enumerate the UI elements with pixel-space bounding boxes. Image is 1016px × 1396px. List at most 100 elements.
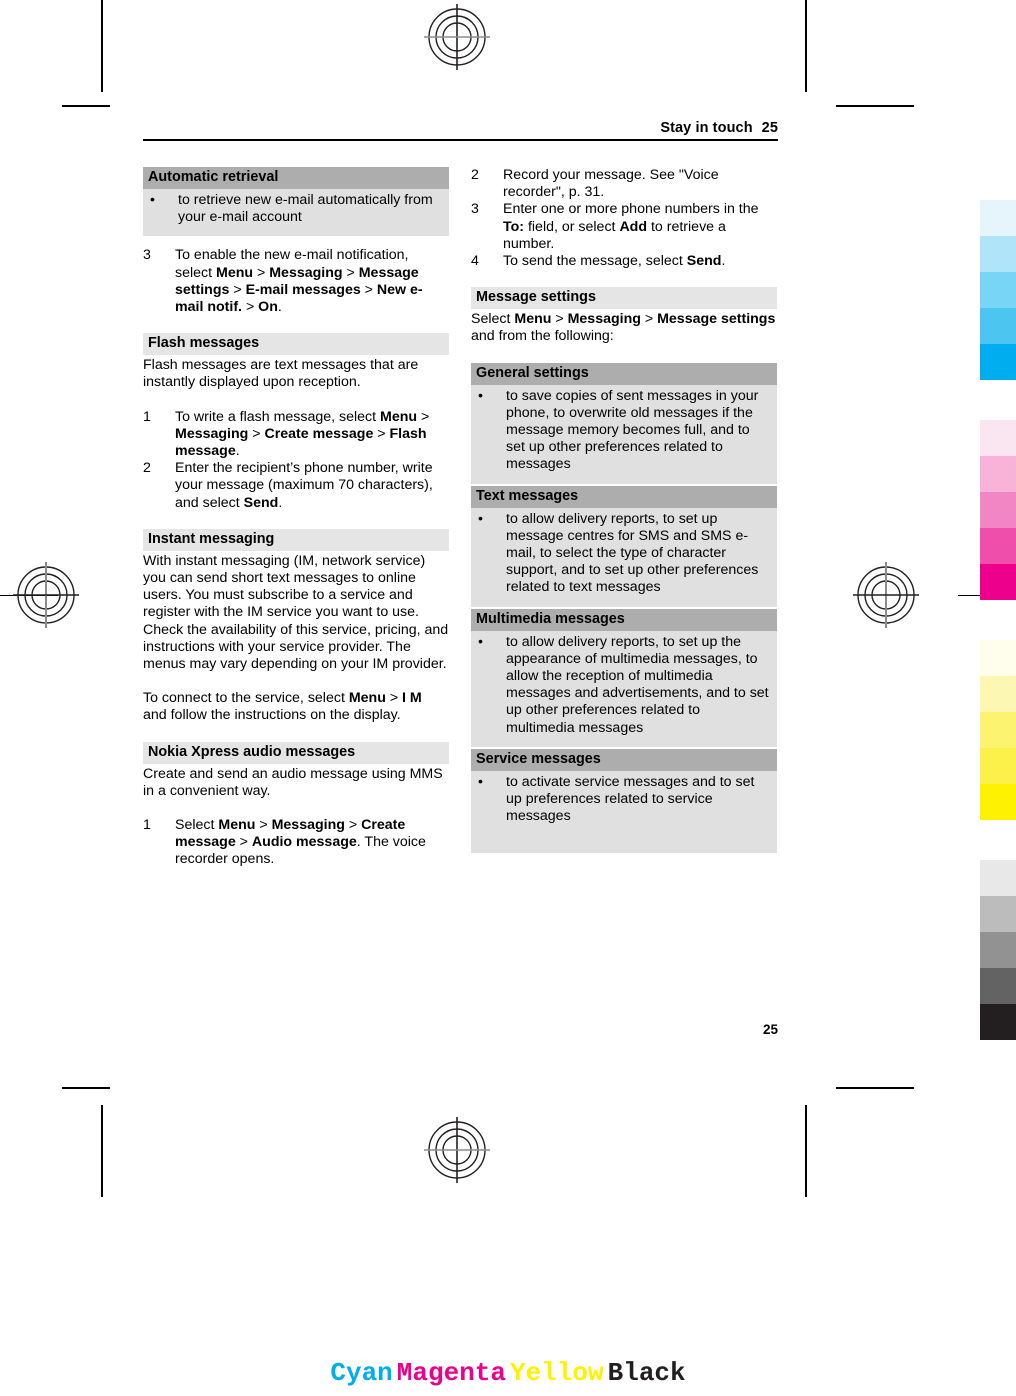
bullet-item: • to activate service messages and to se… <box>476 774 771 826</box>
step-text: To write a flash message, select Menu > … <box>175 408 430 460</box>
ui-path-token: Messaging <box>269 264 343 281</box>
registration-mark-bottom <box>424 1117 490 1183</box>
section-heading-flash-messages: Flash messages <box>143 333 449 356</box>
step-number: 2 <box>143 460 151 477</box>
ui-path-token: Messaging <box>567 311 641 328</box>
color-group-black <box>980 860 1016 1040</box>
color-swatch <box>980 200 1016 236</box>
right-column: 2 Record your message. See "Voice record… <box>471 167 777 869</box>
bullet-item: • to retrieve new e-mail automatically f… <box>148 192 443 226</box>
section-heading-nokia-xpress: Nokia Xpress audio messages <box>143 741 449 764</box>
crop-mark-top-left-vertical <box>101 0 103 92</box>
color-swatch <box>980 784 1016 820</box>
callout-box-header: Text messages <box>471 485 777 508</box>
bullet-item: • to allow delivery reports, to set up m… <box>476 511 771 597</box>
crop-mark-bottom-right-horizontal <box>836 1087 914 1089</box>
color-swatch <box>980 308 1016 344</box>
callout-box-header: General settings <box>471 362 777 385</box>
bullet-text: to save copies of sent messages in your … <box>506 387 759 473</box>
callout-box-body: • to save copies of sent messages in you… <box>471 385 777 484</box>
section-heading-instant-messaging: Instant messaging <box>143 528 449 551</box>
bullet-item: • to allow delivery reports, to set up t… <box>476 634 771 737</box>
ui-path-token: Add <box>619 218 648 235</box>
ui-path-token: E-mail messages <box>245 281 361 298</box>
step-number: 4 <box>471 253 479 270</box>
paragraph-im-description: With instant messaging (IM, network serv… <box>143 552 449 673</box>
ui-path-token: Menu <box>380 408 418 425</box>
crop-mark-bottom-left-horizontal <box>62 1087 110 1089</box>
bullet-marker: • <box>478 510 483 527</box>
color-group-cyan <box>980 200 1016 380</box>
paragraph-message-settings-path: Select Menu > Messaging > Message settin… <box>471 311 776 345</box>
cmyk-label-cyan: Cyan <box>330 1358 393 1388</box>
registration-mark-left <box>13 562 79 628</box>
step-item: 2 Record your message. See "Voice record… <box>471 167 777 201</box>
cmyk-label-magenta: Magenta <box>396 1358 506 1388</box>
cmyk-label-black: Black <box>607 1358 686 1388</box>
registration-mark-right <box>853 562 919 628</box>
page-content: Stay in touch 25 Automatic retrieval • to… <box>143 120 778 869</box>
color-control-strip <box>980 200 1016 1080</box>
step-list-audio-message-continued: 2 Record your message. See "Voice record… <box>471 167 777 270</box>
step-item: 3 Enter one or more phone numbers in the… <box>471 201 777 253</box>
step-item: 4 To send the message, select Send. <box>471 253 777 270</box>
color-group-magenta <box>980 420 1016 600</box>
color-swatch <box>980 236 1016 272</box>
step-list-audio-message: 1 Select Menu > Messaging > Create messa… <box>143 817 449 869</box>
color-swatch <box>980 932 1016 968</box>
callout-box-body: • to activate service messages and to se… <box>471 771 777 854</box>
step-number: 3 <box>471 201 479 218</box>
ui-path-token: Menu <box>216 264 254 281</box>
callout-box-body: • to allow delivery reports, to set up m… <box>471 508 777 607</box>
bullet-text: to retrieve new e-mail automatically fro… <box>178 192 433 226</box>
paragraph-im-connect: To connect to the service, select Menu >… <box>143 690 422 724</box>
crop-mark-bottom-left-vertical <box>101 1105 103 1197</box>
bullet-marker: • <box>150 192 155 208</box>
step-item: 1 To write a flash message, select Menu … <box>143 409 449 461</box>
step-number: 1 <box>143 817 151 834</box>
color-swatch <box>980 1004 1016 1040</box>
ui-path-token: Send <box>243 494 279 511</box>
ui-path-token: Menu <box>218 817 256 834</box>
step-list-email-notification: 3 To enable the new e-mail notification,… <box>143 247 449 316</box>
crop-mark-bottom-right-vertical <box>805 1105 807 1197</box>
step-item: 1 Select Menu > Messaging > Create messa… <box>143 817 449 869</box>
color-swatch <box>980 420 1016 456</box>
running-head-page: 25 <box>761 120 778 136</box>
ui-path-token: Menu <box>514 311 552 328</box>
two-column-layout: Automatic retrieval • to retrieve new e-… <box>143 167 778 869</box>
cmyk-label-yellow: Yellow <box>510 1358 604 1388</box>
step-text: To send the message, select Send. <box>503 253 726 270</box>
callout-box-body: • to retrieve new e-mail automatically f… <box>143 189 449 236</box>
ui-path-token: Messaging <box>271 817 345 834</box>
registration-mark-top <box>424 4 490 70</box>
callout-box-body: • to allow delivery reports, to set up t… <box>471 631 777 747</box>
step-list-flash-messages: 1 To write a flash message, select Menu … <box>143 409 449 512</box>
color-swatch <box>980 272 1016 308</box>
ui-field-token: To: <box>503 218 525 235</box>
ui-path-token: Menu <box>348 690 386 707</box>
callout-box-text-messages: Text messages • to allow delivery report… <box>471 485 777 607</box>
color-swatch <box>980 860 1016 896</box>
step-item: 2 Enter the recipient’s phone number, wr… <box>143 460 449 512</box>
bullet-text: to allow delivery reports, to set up the… <box>506 633 769 736</box>
color-swatch <box>980 968 1016 1004</box>
bullet-item: • to save copies of sent messages in you… <box>476 388 771 474</box>
step-text: Enter the recipient’s phone number, writ… <box>175 460 433 511</box>
cmyk-legend: Cyan Magenta Yellow Black <box>0 1358 1016 1388</box>
crop-mark-top-left-horizontal <box>62 105 110 107</box>
ui-path-token: Messaging <box>175 425 249 442</box>
running-head: Stay in touch 25 <box>143 120 778 141</box>
ui-path-token: On <box>258 299 278 316</box>
color-swatch <box>980 456 1016 492</box>
step-text: To enable the new e-mail notification, s… <box>175 247 423 316</box>
step-text: Enter one or more phone numbers in the T… <box>503 201 759 252</box>
color-swatch <box>980 640 1016 676</box>
color-swatch <box>980 896 1016 932</box>
bullet-marker: • <box>478 387 483 404</box>
callout-box-header: Automatic retrieval <box>143 167 449 189</box>
bullet-marker: • <box>478 633 483 650</box>
color-swatch <box>980 344 1016 380</box>
color-swatch <box>980 712 1016 748</box>
paragraph-xpress-intro: Create and send an audio message using M… <box>143 765 443 799</box>
